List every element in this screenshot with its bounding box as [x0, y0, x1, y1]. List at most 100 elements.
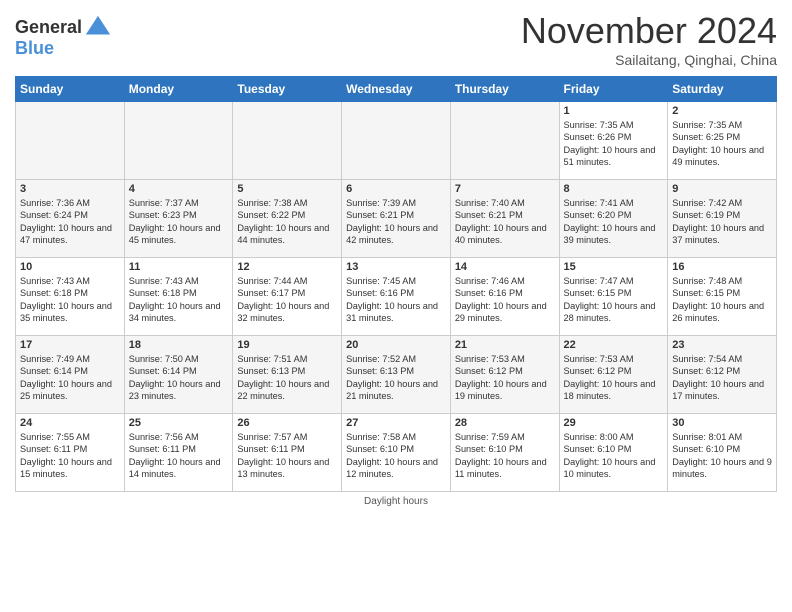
day-info: Sunrise: 7:53 AM Sunset: 6:12 PM Dayligh…: [455, 353, 555, 403]
title-area: November 2024 Sailaitang, Qinghai, China: [521, 10, 777, 68]
day-info: Sunrise: 7:43 AM Sunset: 6:18 PM Dayligh…: [129, 275, 229, 325]
day-info: Sunrise: 7:35 AM Sunset: 6:25 PM Dayligh…: [672, 119, 772, 169]
day-cell: 20Sunrise: 7:52 AM Sunset: 6:13 PM Dayli…: [342, 336, 451, 414]
day-cell: 10Sunrise: 7:43 AM Sunset: 6:18 PM Dayli…: [16, 258, 125, 336]
day-info: Sunrise: 7:55 AM Sunset: 6:11 PM Dayligh…: [20, 431, 120, 481]
day-cell: 30 Sunrise: 8:01 AM Sunset: 6:10 PM Dayli…: [668, 414, 777, 492]
calendar-table: Sunday Monday Tuesday Wednesday Thursday…: [15, 76, 777, 492]
day-cell: 6 Sunrise: 7:39 AM Sunset: 6:21 PM Daylig…: [342, 180, 451, 258]
day-info: Sunrise: 7:51 AM Sunset: 6:13 PM Dayligh…: [237, 353, 337, 403]
day-info: Sunrise: 7:36 AM Sunset: 6:24 PM Dayligh…: [20, 197, 120, 247]
day-cell: 12 Sunrise: 7:44 AM Sunset: 6:17 PM Dayli…: [233, 258, 342, 336]
day-cell: 7 Sunrise: 7:40 AM Sunset: 6:21 PM Daylig…: [450, 180, 559, 258]
day-info: Sunrise: 7:44 AM Sunset: 6:17 PM Dayligh…: [237, 275, 337, 325]
day-cell: [233, 102, 342, 180]
day-number: 28: [455, 417, 555, 429]
week-row-3: 10Sunrise: 7:43 AM Sunset: 6:18 PM Dayli…: [16, 258, 777, 336]
day-cell: 27 Sunrise: 7:58 AM Sunset: 6:10 PM Dayli…: [342, 414, 451, 492]
day-cell: 5 Sunrise: 7:38 AM Sunset: 6:22 PM Daylig…: [233, 180, 342, 258]
day-info: Sunrise: 7:46 AM Sunset: 6:16 PM Dayligh…: [455, 275, 555, 325]
day-cell: [124, 102, 233, 180]
day-info: Sunrise: 7:47 AM Sunset: 6:15 PM Dayligh…: [564, 275, 664, 325]
day-number: 19: [237, 339, 337, 351]
day-info: Sunrise: 7:49 AM Sunset: 6:14 PM Dayligh…: [20, 353, 120, 403]
col-thursday: Thursday: [450, 77, 559, 102]
day-cell: 21 Sunrise: 7:53 AM Sunset: 6:12 PM Dayli…: [450, 336, 559, 414]
day-cell: 18Sunrise: 7:50 AM Sunset: 6:14 PM Dayli…: [124, 336, 233, 414]
col-tuesday: Tuesday: [233, 77, 342, 102]
day-cell: 2 Sunrise: 7:35 AM Sunset: 6:25 PM Daylig…: [668, 102, 777, 180]
day-info: Sunrise: 7:35 AM Sunset: 6:26 PM Dayligh…: [564, 119, 664, 169]
day-cell: 14Sunrise: 7:46 AM Sunset: 6:16 PM Dayli…: [450, 258, 559, 336]
day-number: 8: [564, 183, 664, 195]
day-number: 18: [129, 339, 229, 351]
day-number: 3: [20, 183, 120, 195]
day-number: 9: [672, 183, 772, 195]
day-info: Sunrise: 7:40 AM Sunset: 6:21 PM Dayligh…: [455, 197, 555, 247]
day-number: 12: [237, 261, 337, 273]
day-info: Sunrise: 7:38 AM Sunset: 6:22 PM Dayligh…: [237, 197, 337, 247]
day-cell: 9Sunrise: 7:42 AM Sunset: 6:19 PM Daylig…: [668, 180, 777, 258]
header-row: Sunday Monday Tuesday Wednesday Thursday…: [16, 77, 777, 102]
day-number: 5: [237, 183, 337, 195]
day-number: 2: [672, 105, 772, 117]
day-cell: 11 Sunrise: 7:43 AM Sunset: 6:18 PM Dayli…: [124, 258, 233, 336]
col-sunday: Sunday: [16, 77, 125, 102]
day-cell: [450, 102, 559, 180]
week-row-4: 17 Sunrise: 7:49 AM Sunset: 6:14 PM Dayli…: [16, 336, 777, 414]
day-cell: 28 Sunrise: 7:59 AM Sunset: 6:10 PM Dayli…: [450, 414, 559, 492]
week-row-1: 1 Sunrise: 7:35 AM Sunset: 6:26 PM Daylig…: [16, 102, 777, 180]
day-info: Sunrise: 7:53 AM Sunset: 6:12 PM Dayligh…: [564, 353, 664, 403]
footer: Daylight hours: [15, 496, 777, 507]
day-number: 25: [129, 417, 229, 429]
day-info: Sunrise: 7:37 AM Sunset: 6:23 PM Dayligh…: [129, 197, 229, 247]
day-number: 21: [455, 339, 555, 351]
day-number: 26: [237, 417, 337, 429]
day-number: 13: [346, 261, 446, 273]
day-number: 1: [564, 105, 664, 117]
day-info: Sunrise: 7:43 AM Sunset: 6:18 PM Dayligh…: [20, 275, 120, 325]
day-info: Sunrise: 7:58 AM Sunset: 6:10 PM Dayligh…: [346, 431, 446, 481]
day-cell: [16, 102, 125, 180]
week-row-5: 24Sunrise: 7:55 AM Sunset: 6:11 PM Dayli…: [16, 414, 777, 492]
day-number: 6: [346, 183, 446, 195]
day-info: Sunrise: 7:52 AM Sunset: 6:13 PM Dayligh…: [346, 353, 446, 403]
header: General Blue November 2024 Sailaitang, Q…: [15, 10, 777, 68]
subtitle: Sailaitang, Qinghai, China: [521, 52, 777, 68]
day-number: 7: [455, 183, 555, 195]
day-info: Sunrise: 7:48 AM Sunset: 6:15 PM Dayligh…: [672, 275, 772, 325]
logo: General Blue: [15, 14, 112, 59]
day-cell: 13 Sunrise: 7:45 AM Sunset: 6:16 PM Dayli…: [342, 258, 451, 336]
day-number: 17: [20, 339, 120, 351]
day-number: 15: [564, 261, 664, 273]
day-info: Sunrise: 7:54 AM Sunset: 6:12 PM Dayligh…: [672, 353, 772, 403]
day-number: 11: [129, 261, 229, 273]
day-cell: 15 Sunrise: 7:47 AM Sunset: 6:15 PM Dayli…: [559, 258, 668, 336]
day-info: Sunrise: 7:39 AM Sunset: 6:21 PM Dayligh…: [346, 197, 446, 247]
day-cell: 19 Sunrise: 7:51 AM Sunset: 6:13 PM Dayli…: [233, 336, 342, 414]
day-cell: 22Sunrise: 7:53 AM Sunset: 6:12 PM Dayli…: [559, 336, 668, 414]
day-number: 16: [672, 261, 772, 273]
day-cell: 16 Sunrise: 7:48 AM Sunset: 6:15 PM Dayli…: [668, 258, 777, 336]
logo-icon: [84, 14, 112, 42]
col-wednesday: Wednesday: [342, 77, 451, 102]
day-cell: 3 Sunrise: 7:36 AM Sunset: 6:24 PM Daylig…: [16, 180, 125, 258]
col-saturday: Saturday: [668, 77, 777, 102]
page-container: General Blue November 2024 Sailaitang, Q…: [0, 0, 792, 517]
day-info: Sunrise: 8:00 AM Sunset: 6:10 PM Dayligh…: [564, 431, 664, 481]
logo-text: General: [15, 18, 82, 38]
day-info: Sunrise: 7:45 AM Sunset: 6:16 PM Dayligh…: [346, 275, 446, 325]
day-number: 29: [564, 417, 664, 429]
day-info: Sunrise: 8:01 AM Sunset: 6:10 PM Dayligh…: [672, 431, 772, 481]
day-info: Sunrise: 7:59 AM Sunset: 6:10 PM Dayligh…: [455, 431, 555, 481]
day-cell: 25Sunrise: 7:56 AM Sunset: 6:11 PM Dayli…: [124, 414, 233, 492]
day-cell: 1 Sunrise: 7:35 AM Sunset: 6:26 PM Daylig…: [559, 102, 668, 180]
col-monday: Monday: [124, 77, 233, 102]
day-cell: 26Sunrise: 7:57 AM Sunset: 6:11 PM Dayli…: [233, 414, 342, 492]
day-number: 30: [672, 417, 772, 429]
month-title: November 2024: [521, 10, 777, 52]
day-info: Sunrise: 7:41 AM Sunset: 6:20 PM Dayligh…: [564, 197, 664, 247]
day-cell: 8 Sunrise: 7:41 AM Sunset: 6:20 PM Daylig…: [559, 180, 668, 258]
day-number: 27: [346, 417, 446, 429]
day-cell: 24Sunrise: 7:55 AM Sunset: 6:11 PM Dayli…: [16, 414, 125, 492]
